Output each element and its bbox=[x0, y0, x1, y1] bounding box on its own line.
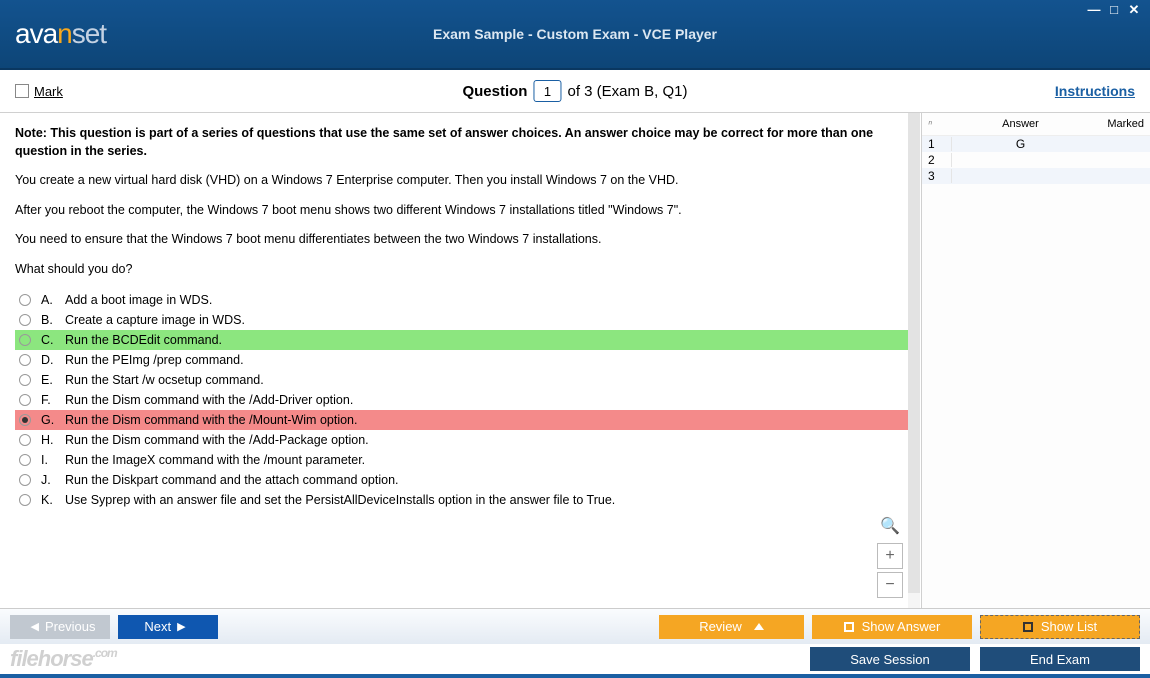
zoom-out-button[interactable]: − bbox=[877, 572, 903, 598]
review-button[interactable]: Review bbox=[659, 615, 804, 639]
radio-icon[interactable] bbox=[19, 454, 31, 466]
nav-footer: ◀Previous Next▶ Review Show Answer Show … bbox=[0, 608, 1150, 644]
question-text: You need to ensure that the Windows 7 bo… bbox=[15, 231, 917, 249]
radio-icon[interactable] bbox=[19, 374, 31, 386]
answer-choice[interactable]: B. Create a capture image in WDS. bbox=[15, 310, 917, 330]
scrollbar[interactable] bbox=[908, 113, 920, 608]
radio-icon[interactable] bbox=[19, 394, 31, 406]
mark-checkbox[interactable] bbox=[15, 84, 29, 98]
mark-label[interactable]: Mark bbox=[34, 84, 63, 99]
answer-choice[interactable]: G. Run the Dism command with the /Mount-W… bbox=[15, 410, 917, 430]
search-icon[interactable]: 🔍 bbox=[877, 516, 903, 536]
next-button[interactable]: Next▶ bbox=[118, 615, 218, 639]
question-of-text: of 3 (Exam B, Q1) bbox=[567, 83, 687, 100]
choice-letter: C. bbox=[41, 333, 59, 347]
question-text: After you reboot the computer, the Windo… bbox=[15, 202, 917, 220]
col-marked: Marked bbox=[1089, 118, 1144, 130]
choice-letter: F. bbox=[41, 393, 59, 407]
answer-choice[interactable]: E. Run the Start /w ocsetup command. bbox=[15, 370, 917, 390]
choice-text: Run the ImageX command with the /mount p… bbox=[65, 453, 365, 467]
answer-choice[interactable]: A. Add a boot image in WDS. bbox=[15, 290, 917, 310]
answer-choice[interactable]: C. Run the BCDEdit command. bbox=[15, 330, 917, 350]
choice-text: Run the BCDEdit command. bbox=[65, 333, 222, 347]
col-number: ⁿ bbox=[928, 118, 952, 130]
chevron-up-icon bbox=[754, 623, 764, 630]
question-text: You create a new virtual hard disk (VHD)… bbox=[15, 172, 917, 190]
list-item[interactable]: 1G bbox=[922, 136, 1150, 152]
choice-text: Create a capture image in WDS. bbox=[65, 313, 245, 327]
choice-text: Run the Start /w ocsetup command. bbox=[65, 373, 264, 387]
radio-icon[interactable] bbox=[19, 334, 31, 346]
choice-letter: G. bbox=[41, 413, 59, 427]
answer-choice[interactable]: K. Use Syprep with an answer file and set… bbox=[15, 490, 917, 510]
answer-choice[interactable]: I. Run the ImageX command with the /mount… bbox=[15, 450, 917, 470]
radio-icon[interactable] bbox=[19, 434, 31, 446]
answer-choice[interactable]: J. Run the Diskpart command and the attac… bbox=[15, 470, 917, 490]
question-note: Note: This question is part of a series … bbox=[15, 125, 917, 160]
minimize-icon[interactable]: — bbox=[1086, 4, 1102, 18]
choice-letter: K. bbox=[41, 493, 59, 507]
choice-letter: D. bbox=[41, 353, 59, 367]
radio-icon[interactable] bbox=[19, 414, 31, 426]
question-panel: Note: This question is part of a series … bbox=[0, 113, 922, 608]
close-icon[interactable]: ✕ bbox=[1126, 4, 1142, 18]
square-icon bbox=[1023, 622, 1033, 632]
choice-letter: I. bbox=[41, 453, 59, 467]
question-label: Question bbox=[462, 83, 527, 100]
choice-letter: B. bbox=[41, 313, 59, 327]
choice-letter: E. bbox=[41, 373, 59, 387]
choice-text: Run the Dism command with the /Mount-Wim… bbox=[65, 413, 357, 427]
choice-text: Add a boot image in WDS. bbox=[65, 293, 212, 307]
window-title: Exam Sample - Custom Exam - VCE Player bbox=[433, 26, 717, 42]
title-bar: avanset Exam Sample - Custom Exam - VCE … bbox=[0, 0, 1150, 70]
session-footer: filehorse.com Save Session End Exam bbox=[0, 644, 1150, 678]
maximize-icon[interactable]: □ bbox=[1106, 4, 1122, 18]
choice-text: Run the Dism command with the /Add-Drive… bbox=[65, 393, 353, 407]
answer-list-panel: ⁿ Answer Marked 1G23 bbox=[922, 113, 1150, 608]
question-number-input[interactable] bbox=[533, 80, 561, 102]
choice-text: Use Syprep with an answer file and set t… bbox=[65, 493, 615, 507]
radio-icon[interactable] bbox=[19, 354, 31, 366]
radio-icon[interactable] bbox=[19, 314, 31, 326]
instructions-link[interactable]: Instructions bbox=[1055, 83, 1135, 99]
answer-choice[interactable]: F. Run the Dism command with the /Add-Dri… bbox=[15, 390, 917, 410]
question-text: What should you do? bbox=[15, 261, 917, 279]
choice-text: Run the Dism command with the /Add-Packa… bbox=[65, 433, 369, 447]
choice-letter: J. bbox=[41, 473, 59, 487]
save-session-button[interactable]: Save Session bbox=[810, 647, 970, 671]
choice-letter: H. bbox=[41, 433, 59, 447]
show-list-button[interactable]: Show List bbox=[980, 615, 1140, 639]
question-bar: Mark Question of 3 (Exam B, Q1) Instruct… bbox=[0, 70, 1150, 113]
radio-icon[interactable] bbox=[19, 474, 31, 486]
answer-choice[interactable]: H. Run the Dism command with the /Add-Pac… bbox=[15, 430, 917, 450]
choice-text: Run the PEImg /prep command. bbox=[65, 353, 244, 367]
zoom-in-button[interactable]: + bbox=[877, 543, 903, 569]
end-exam-button[interactable]: End Exam bbox=[980, 647, 1140, 671]
choice-letter: A. bbox=[41, 293, 59, 307]
previous-button[interactable]: ◀Previous bbox=[10, 615, 110, 639]
col-answer: Answer bbox=[952, 118, 1089, 130]
square-icon bbox=[844, 622, 854, 632]
watermark: filehorse.com bbox=[10, 646, 117, 672]
choice-text: Run the Diskpart command and the attach … bbox=[65, 473, 399, 487]
list-item[interactable]: 3 bbox=[922, 168, 1150, 184]
answer-choice[interactable]: D. Run the PEImg /prep command. bbox=[15, 350, 917, 370]
list-item[interactable]: 2 bbox=[922, 152, 1150, 168]
radio-icon[interactable] bbox=[19, 494, 31, 506]
app-logo: avanset bbox=[15, 18, 106, 50]
show-answer-button[interactable]: Show Answer bbox=[812, 615, 972, 639]
radio-icon[interactable] bbox=[19, 294, 31, 306]
